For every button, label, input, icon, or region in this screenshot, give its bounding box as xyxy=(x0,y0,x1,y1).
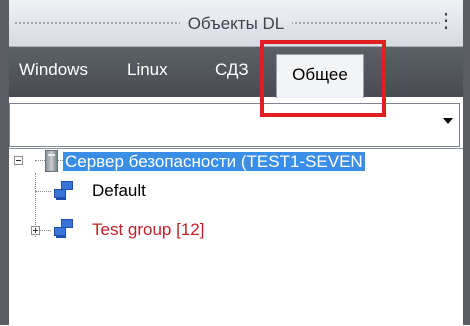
tree-item-test-group[interactable]: Test group [12] xyxy=(92,217,204,243)
object-tree: Сервер безопасности (TEST1-SEVEN Default… xyxy=(9,148,463,326)
collapse-icon[interactable] xyxy=(14,156,23,165)
chevron-down-icon[interactable] xyxy=(443,118,453,124)
server-icon xyxy=(45,150,58,172)
tree-line xyxy=(35,191,51,192)
computers-icon xyxy=(54,219,76,239)
filter-dropdown[interactable] xyxy=(9,103,460,147)
panel-menu-icon[interactable]: ⋮ xyxy=(436,10,456,32)
tree-item-server[interactable]: Сервер безопасности (TEST1-SEVEN xyxy=(63,149,365,175)
panel-titlebar[interactable]: Объекты DL ⋮ xyxy=(9,0,463,47)
tab-windows[interactable]: Windows xyxy=(19,60,88,80)
panel-title-wrap: Объекты DL xyxy=(9,14,463,34)
server-label: Сервер безопасности (TEST1-SEVEN xyxy=(63,152,365,171)
test-group-label: Test group [12] xyxy=(92,220,205,239)
annotation-highlight-box xyxy=(260,40,386,117)
panel-title: Объекты DL xyxy=(179,14,293,33)
tab-bar: Windows Linux СДЗ Общее xyxy=(9,47,463,98)
expand-icon[interactable] xyxy=(31,226,40,235)
tab-sdz[interactable]: СДЗ xyxy=(215,60,249,80)
tab-linux[interactable]: Linux xyxy=(127,60,168,80)
objects-panel: Объекты DL ⋮ Windows Linux СДЗ Общее Сер… xyxy=(0,0,470,326)
computers-icon xyxy=(54,181,76,201)
default-label: Default xyxy=(92,181,146,200)
tree-item-default[interactable]: Default xyxy=(92,178,146,204)
